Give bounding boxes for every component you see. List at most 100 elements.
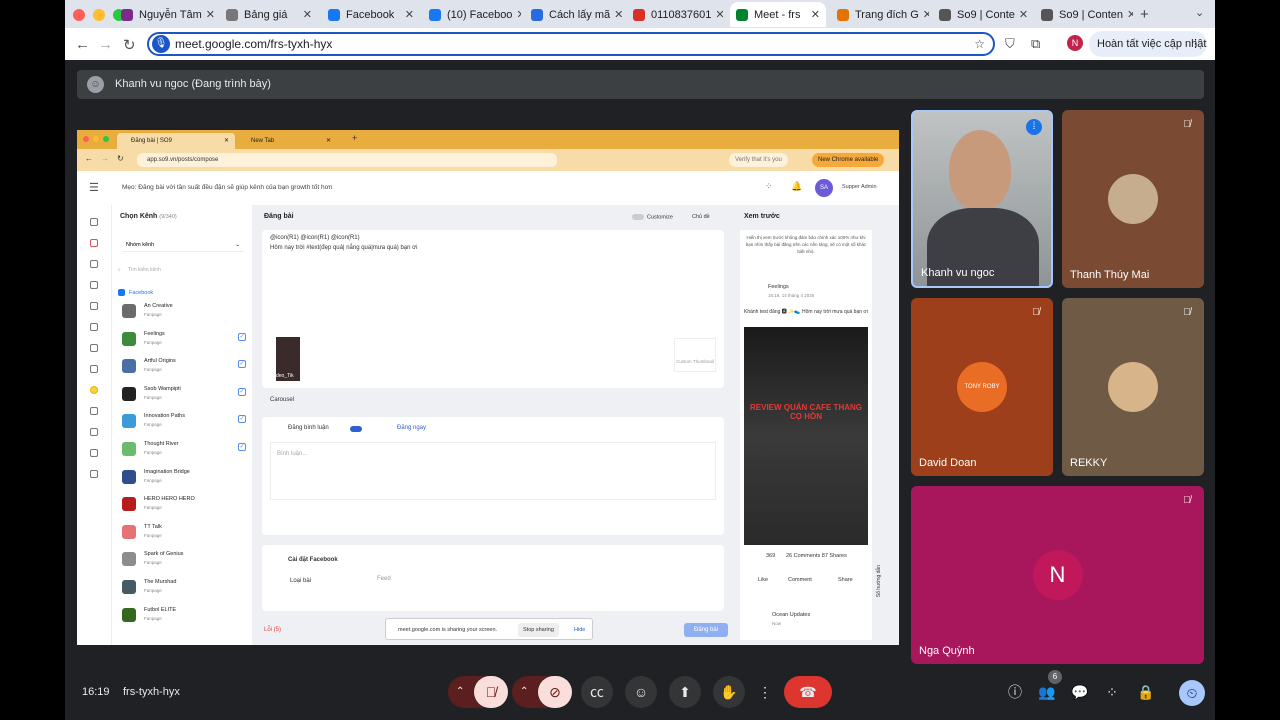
camera-options-icon[interactable]: ⌃ bbox=[520, 676, 528, 708]
update-button[interactable]: Hoàn tất việc cập nhật ⋮ bbox=[1089, 31, 1207, 57]
user-role: Supper Admin bbox=[842, 184, 877, 190]
people-icon[interactable]: 👥 bbox=[1037, 682, 1057, 702]
participant-tile-rekky[interactable]: 🎙̸ REKKY bbox=[1062, 298, 1204, 476]
preview-date: 16:19, 14 tháng 4 2025 bbox=[768, 293, 815, 298]
comments-shares: 26 Comments 87 Shares bbox=[786, 553, 847, 559]
emoji-button[interactable]: ☺ bbox=[625, 676, 657, 708]
extension-icon[interactable]: ⛉ bbox=[1005, 36, 1015, 52]
new-tab-button[interactable]: + bbox=[1140, 6, 1149, 23]
participant-tile-nga[interactable]: N 🎙̸ Nga Quỳnh bbox=[911, 486, 1204, 664]
more-options-button[interactable]: ⋮ bbox=[757, 676, 773, 708]
user-avatar: SA bbox=[815, 179, 833, 197]
tab-search-icon[interactable]: ⌄ bbox=[1195, 6, 1204, 19]
browser-tab[interactable]: Trang đích G ✕ bbox=[831, 2, 929, 27]
channel-name: An Creative bbox=[144, 303, 173, 309]
close-tab-icon[interactable]: ✕ bbox=[919, 8, 929, 21]
tab-favicon-icon bbox=[736, 8, 748, 21]
channel-name: Feelings bbox=[144, 330, 165, 337]
browser-tab[interactable]: Bảng giá ✕ bbox=[220, 2, 318, 27]
close-tab-icon[interactable]: ✕ bbox=[202, 8, 215, 21]
settings-icon bbox=[90, 470, 98, 478]
menu-kebab-icon[interactable]: ⋮ bbox=[1190, 31, 1201, 57]
browser-tab[interactable]: 0110837601 ✕ bbox=[627, 2, 725, 27]
meeting-code: frs-tyxh-hyx bbox=[123, 686, 180, 698]
analytics-icon bbox=[90, 302, 98, 310]
shared-new-tab-icon: + bbox=[352, 133, 358, 143]
minimize-window-button[interactable] bbox=[93, 9, 105, 21]
channel-count: (9/340) bbox=[159, 214, 177, 220]
browser-tab[interactable]: Facebook ✕ bbox=[322, 2, 420, 27]
back-icon[interactable]: ← bbox=[75, 36, 90, 53]
bookmark-star-icon[interactable]: ☆ bbox=[974, 34, 985, 54]
comment-card: Đăng bình luận Đăng ngay Bình luận... bbox=[262, 417, 724, 535]
sharing-notice: meet.google.com is sharing your screen. … bbox=[385, 618, 593, 640]
tab-label: Meet - frs bbox=[754, 8, 801, 21]
activities-icon[interactable]: ⁘ bbox=[1102, 682, 1122, 702]
participant-tile-thanh[interactable]: 🎙̸ Thanh Thúy Mai bbox=[1062, 110, 1204, 288]
channel-name: Thought River bbox=[144, 441, 179, 447]
browser-tab[interactable]: So9 | Conten ✕ bbox=[1035, 2, 1133, 27]
reactions-count: 369 bbox=[766, 553, 776, 559]
channel-header-text: Chọn Kênh bbox=[120, 213, 158, 220]
channel-thumbnail bbox=[122, 359, 136, 374]
new-chrome-pill: New Chrome available bbox=[812, 153, 885, 167]
browser-tab[interactable]: Cách lấy mã ✕ bbox=[525, 2, 623, 27]
close-tab-icon[interactable]: ✕ bbox=[512, 8, 521, 21]
close-tab-icon[interactable]: ✕ bbox=[1015, 8, 1028, 21]
channel-name: Artful Origins bbox=[144, 358, 176, 365]
profile-avatar[interactable]: N bbox=[1067, 35, 1083, 51]
close-window-button[interactable] bbox=[73, 9, 85, 21]
inbox-icon bbox=[90, 281, 98, 289]
timer-icon[interactable]: ⏲ bbox=[1179, 680, 1205, 706]
participant-tile-khanh[interactable]: ⁞ Khanh vu ngoc bbox=[911, 110, 1053, 288]
participant-name: Nga Quỳnh bbox=[919, 645, 975, 657]
participant-avatar bbox=[1108, 362, 1158, 412]
channel-thumbnail bbox=[122, 580, 136, 594]
close-tab-icon[interactable]: ✕ bbox=[610, 8, 623, 21]
shared-min-dot bbox=[93, 136, 99, 142]
forward-icon[interactable]: → bbox=[98, 36, 113, 53]
facebook-group: Facebook bbox=[118, 289, 153, 296]
channel-search: ⌕ Tìm kiếm kênh bbox=[118, 263, 240, 277]
puzzle-icon[interactable]: ⧉ bbox=[1031, 36, 1040, 52]
participant-avatar: N bbox=[1032, 550, 1083, 600]
reload-icon[interactable]: ↻ bbox=[123, 36, 136, 54]
close-tab-icon[interactable]: ✕ bbox=[807, 8, 820, 21]
close-tab-icon[interactable]: ✕ bbox=[711, 8, 724, 21]
channel-thumbnail bbox=[122, 386, 136, 401]
chevron-down-icon: ⌄ bbox=[235, 242, 240, 248]
close-tab-icon[interactable]: ✕ bbox=[401, 8, 414, 21]
mic-off-button[interactable]: 🎙̸ bbox=[474, 676, 508, 708]
raise-hand-button[interactable]: ✋ bbox=[713, 676, 745, 708]
meeting-info-icon[interactable]: ⓘ bbox=[1005, 682, 1025, 702]
speaking-indicator-icon: ⁞ bbox=[1026, 119, 1042, 135]
leave-call-button[interactable]: ☎ bbox=[784, 676, 832, 708]
captions-button[interactable]: ㏄ bbox=[581, 676, 613, 708]
tab-label: So9 | Conte bbox=[957, 8, 1015, 21]
close-tab-icon[interactable]: ✕ bbox=[1123, 8, 1133, 21]
present-button[interactable]: ⬆ bbox=[669, 676, 701, 708]
site-info-icon[interactable]: 🎙 bbox=[152, 35, 170, 53]
shared-tab-compose: Đăng bài | SO9 ✕ bbox=[117, 133, 235, 149]
browser-tab[interactable]: (10) Faceboo✕ bbox=[423, 2, 521, 27]
compose-card: @icon(R1) @icon(R1) @icon(R1) Hôm nay tr… bbox=[262, 230, 724, 388]
mic-options-icon[interactable]: ⌃ bbox=[456, 676, 464, 708]
url-bar[interactable]: 🎙 meet.google.com/frs-tyxh-hyx ☆ bbox=[147, 32, 995, 56]
browser-tab[interactable]: Meet - frs ✕ bbox=[730, 2, 826, 27]
camera-control: ⌃ ⊘ bbox=[512, 676, 572, 708]
close-tab-icon[interactable]: ✕ bbox=[299, 8, 312, 21]
tab-label: (10) Faceboo bbox=[447, 8, 513, 21]
browser-chrome: Nguyễn Tâm ✕ Bảng giá ✕ Facebook ✕ (10) Facebo… bbox=[65, 0, 1215, 60]
video-label: deo_Tik bbox=[276, 373, 294, 379]
browser-tab[interactable]: So9 | Conte ✕ bbox=[933, 2, 1031, 27]
channel-row: An Creative Fanpage bbox=[122, 302, 246, 328]
post-type-select: Feed bbox=[377, 576, 391, 582]
shared-forward-icon: → bbox=[101, 154, 109, 163]
browser-tab[interactable]: Nguyễn Tâm ✕ bbox=[115, 2, 215, 27]
host-controls-icon[interactable]: 🔒 bbox=[1136, 682, 1156, 702]
chat-icon[interactable]: 💬 bbox=[1070, 682, 1090, 702]
participant-tile-david[interactable]: TONY ROBY 🎙̸ David Doan bbox=[911, 298, 1053, 476]
video-thumbnail: deo_Tik bbox=[276, 337, 300, 381]
camera-off-button[interactable]: ⊘ bbox=[538, 676, 572, 708]
channel-group-label: Nhóm kênh bbox=[126, 242, 155, 248]
